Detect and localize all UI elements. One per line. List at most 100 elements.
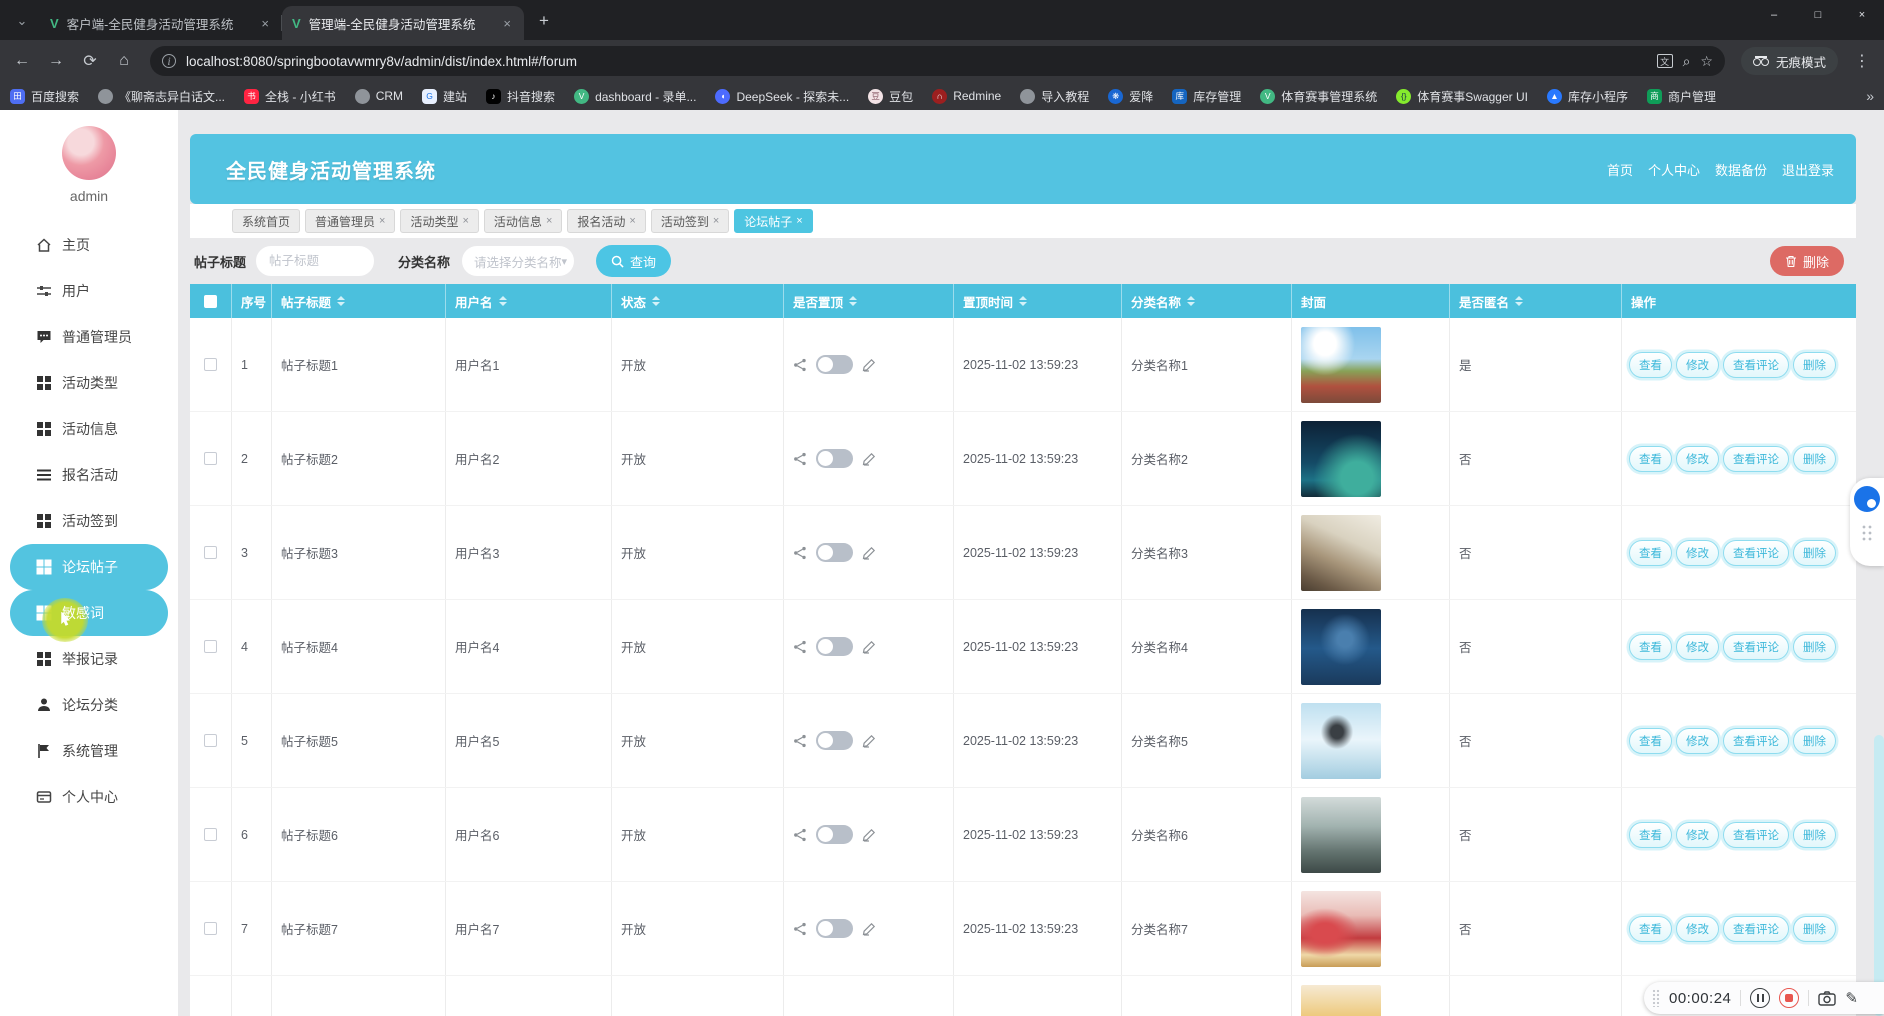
pin-toggle[interactable] (816, 449, 853, 468)
cover-image[interactable] (1301, 797, 1381, 873)
work-tab-1[interactable]: 普通管理员 × (305, 209, 395, 233)
bookmark-item[interactable]: {} 体育赛事Swagger UI (1396, 88, 1528, 105)
bookmark-item[interactable]: 《聊斋志异白话文... (98, 88, 225, 105)
bookmarks-overflow-chevron[interactable]: » (1866, 88, 1874, 104)
view-comments-button[interactable]: 查看评论 (1723, 352, 1789, 378)
category-select[interactable]: 请选择分类名称 ▾ (462, 246, 574, 276)
view-button[interactable]: 查看 (1629, 540, 1672, 566)
edit-pencil-icon[interactable] (862, 922, 876, 936)
bookmark-item[interactable]: ◖ DeepSeek - 探索未... (715, 88, 849, 105)
header-link-3[interactable]: 退出登录 (1782, 160, 1834, 179)
edit-button[interactable]: 修改 (1676, 916, 1719, 942)
cover-image[interactable] (1301, 421, 1381, 497)
avatar[interactable] (62, 126, 116, 180)
sidebar-item-11[interactable]: 系统管理 (0, 728, 178, 774)
edit-button[interactable]: 修改 (1676, 634, 1719, 660)
close-icon[interactable]: × (546, 215, 552, 227)
cover-image[interactable] (1301, 703, 1381, 779)
bookmark-item[interactable]: G 建站 (422, 88, 467, 105)
sidebar-item-8[interactable]: 敏感词 (10, 590, 168, 636)
bookmark-item[interactable]: 田 百度搜索 (10, 88, 79, 105)
select-all-checkbox[interactable] (204, 295, 217, 308)
row-checkbox[interactable] (204, 358, 217, 371)
bookmark-item[interactable]: 导入教程 (1020, 88, 1089, 105)
browser-tab-1[interactable]: V 管理端-全民健身活动管理系统 × (282, 6, 524, 40)
sidebar-item-4[interactable]: 活动信息 (0, 406, 178, 452)
cover-image[interactable] (1301, 891, 1381, 967)
pin-toggle[interactable] (816, 825, 853, 844)
sort-carets-icon[interactable] (1515, 296, 1523, 306)
bookmark-item[interactable]: ∩ Redmine (932, 89, 1001, 104)
stop-recording-button[interactable] (1779, 988, 1799, 1008)
edit-pencil-icon[interactable] (862, 828, 876, 842)
bookmark-item[interactable]: ♪ 抖音搜索 (486, 88, 555, 105)
window-close-button[interactable]: × (1840, 0, 1884, 30)
drag-handle-icon[interactable] (1861, 524, 1873, 542)
pause-recording-button[interactable] (1750, 988, 1770, 1008)
sidebar-item-0[interactable]: 主页 (0, 222, 178, 268)
close-icon[interactable]: × (713, 215, 719, 227)
page-info-icon[interactable]: i (162, 54, 176, 68)
share-icon[interactable] (793, 828, 807, 842)
delete-row-button[interactable]: 删除 (1793, 352, 1836, 378)
edit-pencil-icon[interactable] (862, 546, 876, 560)
window-minimize-button[interactable]: – (1752, 0, 1796, 30)
sidebar-item-7[interactable]: 论坛帖子 (10, 544, 168, 590)
delete-row-button[interactable]: 删除 (1793, 916, 1836, 942)
sidebar-item-9[interactable]: 举报记录 (0, 636, 178, 682)
work-tab-2[interactable]: 活动类型 × (400, 209, 478, 233)
pin-toggle[interactable] (816, 637, 853, 656)
zoom-search-icon[interactable]: ⌕ (1683, 53, 1691, 70)
cover-image[interactable] (1301, 327, 1381, 403)
sidebar-item-1[interactable]: 用户 (0, 268, 178, 314)
bookmark-item[interactable]: 豆 豆包 (868, 88, 913, 105)
bookmark-item[interactable]: 书 全栈 - 小红书 (244, 88, 336, 105)
work-tab-3[interactable]: 活动信息 × (484, 209, 562, 233)
edit-button[interactable]: 修改 (1676, 822, 1719, 848)
pin-toggle[interactable] (816, 919, 853, 938)
bookmark-item[interactable]: V 体育赛事管理系统 (1260, 88, 1377, 105)
view-comments-button[interactable]: 查看评论 (1723, 540, 1789, 566)
window-maximize-button[interactable]: □ (1796, 0, 1840, 30)
bookmark-star-icon[interactable]: ☆ (1700, 53, 1713, 70)
view-button[interactable]: 查看 (1629, 446, 1672, 472)
share-icon[interactable] (793, 922, 807, 936)
sidebar-item-12[interactable]: 个人中心 (0, 774, 178, 820)
share-icon[interactable] (793, 546, 807, 560)
sort-carets-icon[interactable] (849, 296, 857, 306)
forward-button[interactable]: → (42, 47, 70, 75)
cover-image[interactable] (1301, 985, 1381, 1016)
view-button[interactable]: 查看 (1629, 634, 1672, 660)
extension-ball-icon[interactable] (1854, 486, 1880, 512)
row-checkbox[interactable] (204, 640, 217, 653)
cover-image[interactable] (1301, 609, 1381, 685)
bookmark-item[interactable]: ❋ 爱降 (1108, 88, 1153, 105)
view-button[interactable]: 查看 (1629, 916, 1672, 942)
pin-toggle[interactable] (816, 355, 853, 374)
sidebar-item-2[interactable]: 普通管理员 (0, 314, 178, 360)
annotate-pencil-icon[interactable]: ✎ (1845, 989, 1858, 1007)
bookmark-item[interactable]: 库 库存管理 (1172, 88, 1241, 105)
view-comments-button[interactable]: 查看评论 (1723, 822, 1789, 848)
delete-button[interactable]: 删除 (1770, 246, 1844, 276)
view-button[interactable]: 查看 (1629, 822, 1672, 848)
view-comments-button[interactable]: 查看评论 (1723, 446, 1789, 472)
sort-carets-icon[interactable] (499, 296, 507, 306)
floating-extension-widget[interactable] (1850, 478, 1884, 566)
bookmark-item[interactable]: V dashboard - 录单... (574, 88, 696, 105)
close-icon[interactable]: × (629, 215, 635, 227)
delete-row-button[interactable]: 删除 (1793, 540, 1836, 566)
new-tab-button[interactable]: + (530, 7, 558, 35)
sidebar-item-6[interactable]: 活动签到 (0, 498, 178, 544)
recorder-drag-handle[interactable] (1652, 989, 1660, 1007)
address-bar[interactable]: i localhost:8080/springbootavwmry8v/admi… (150, 46, 1725, 76)
share-icon[interactable] (793, 640, 807, 654)
view-comments-button[interactable]: 查看评论 (1723, 728, 1789, 754)
work-tab-6[interactable]: 论坛帖子 × (734, 209, 812, 233)
share-icon[interactable] (793, 452, 807, 466)
edit-pencil-icon[interactable] (862, 358, 876, 372)
edit-button[interactable]: 修改 (1676, 728, 1719, 754)
close-icon[interactable]: × (796, 215, 802, 227)
close-icon[interactable]: × (462, 215, 468, 227)
sort-carets-icon[interactable] (337, 296, 345, 306)
